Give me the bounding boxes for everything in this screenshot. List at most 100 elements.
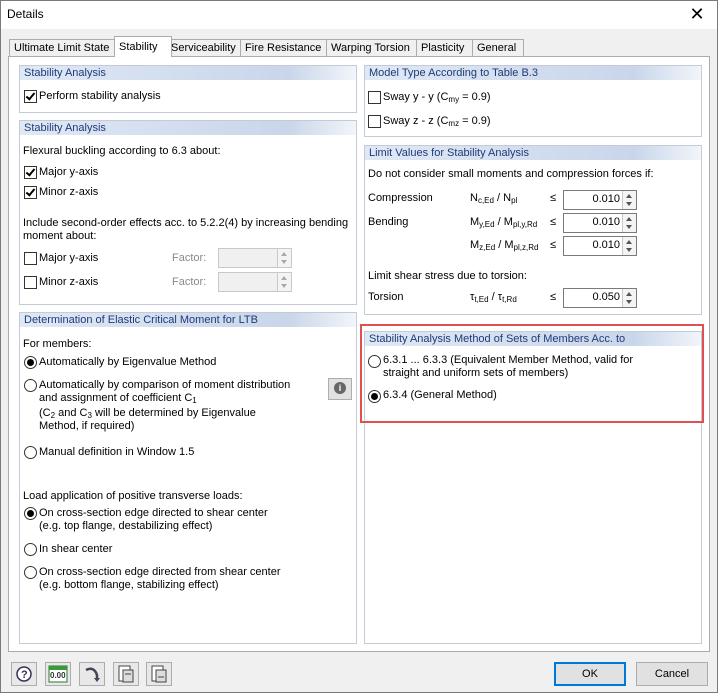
bending-y-formula: My,Ed / Mpl,y,Rd bbox=[470, 216, 538, 229]
import-settings-button[interactable] bbox=[113, 662, 139, 686]
second-order-major-y-checkbox[interactable] bbox=[24, 252, 37, 265]
factor-y-stepper[interactable] bbox=[218, 248, 292, 268]
second-order-minor-z-label: Minor z-axis bbox=[39, 276, 99, 288]
ltb-manual-label: Manual definition in Window 1.5 bbox=[39, 446, 195, 458]
details-dialog: Details ✕ Ultimate Limit State Stability… bbox=[0, 0, 718, 693]
factor-z-stepper[interactable] bbox=[218, 272, 292, 292]
load-to-shear-center-line2: (e.g. top flange, destabilizing effect) bbox=[39, 520, 213, 532]
spin-arrows-icon[interactable] bbox=[622, 214, 636, 232]
perform-stability-checkbox[interactable] bbox=[24, 90, 37, 103]
ltb-manual-radio[interactable] bbox=[24, 446, 37, 459]
major-y-axis-label: Major y-axis bbox=[39, 166, 99, 178]
svg-text:?: ? bbox=[21, 669, 28, 681]
bending-z-le: ≤ bbox=[550, 239, 557, 251]
sway-y-label: Sway y - y (Cmy = 0.9) bbox=[383, 91, 491, 104]
group-header: Model Type According to Table B.3 bbox=[365, 66, 701, 80]
bending-z-limit-value: 0.010 bbox=[592, 239, 620, 251]
ltb-eigenvalue-radio[interactable] bbox=[24, 356, 37, 369]
load-application-label: Load application of positive transverse … bbox=[23, 490, 243, 502]
shear-stress-intro: Limit shear stress due to torsion: bbox=[368, 270, 527, 282]
bending-y-limit-stepper[interactable]: 0.010 bbox=[563, 213, 637, 233]
group-stability-analysis-perform: Stability Analysis Perform stability ana… bbox=[19, 65, 357, 113]
load-from-shear-center-line1: On cross-section edge directed from shea… bbox=[39, 566, 281, 578]
ltb-comparison-line4: Method, if required) bbox=[39, 420, 135, 432]
second-order-major-y-label: Major y-axis bbox=[39, 252, 99, 264]
group-header: Limit Values for Stability Analysis bbox=[365, 146, 701, 160]
factor-label-z: Factor: bbox=[172, 276, 207, 288]
tab-plasticity[interactable]: Plasticity bbox=[416, 39, 478, 57]
limit-values-intro: Do not consider small moments and compre… bbox=[368, 168, 654, 180]
group-model-type: Model Type According to Table B.3 Sway y… bbox=[364, 65, 702, 137]
load-to-shear-center-radio[interactable] bbox=[24, 507, 37, 520]
group-elastic-critical-moment: Determination of Elastic Critical Moment… bbox=[19, 312, 357, 644]
ltb-comparison-line3: (C2 and C3 will be determined by Eigenva… bbox=[39, 407, 256, 420]
compression-label: Compression bbox=[368, 192, 433, 204]
minor-z-axis-checkbox[interactable] bbox=[24, 186, 37, 199]
ltb-comparison-line1: Automatically by comparison of moment di… bbox=[39, 379, 291, 391]
arrow-undo-icon bbox=[85, 667, 100, 682]
load-in-shear-center-label: In shear center bbox=[39, 543, 113, 555]
help-button[interactable]: ? bbox=[11, 662, 37, 686]
ltb-comparison-radio[interactable] bbox=[24, 379, 37, 392]
cancel-button[interactable]: Cancel bbox=[636, 662, 708, 686]
torsion-formula: τt,Ed / τt,Rd bbox=[470, 291, 517, 304]
group-header: Stability Analysis bbox=[20, 66, 356, 80]
group-stability-analysis-buckling: Stability Analysis Flexural buckling acc… bbox=[19, 120, 357, 305]
sway-z-label: Sway z - z (Cmz = 0.9) bbox=[383, 115, 491, 128]
title-bar: Details ✕ bbox=[1, 1, 717, 29]
torsion-limit-value: 0.050 bbox=[592, 291, 620, 303]
compression-le: ≤ bbox=[550, 192, 557, 204]
ltb-eigenvalue-label: Automatically by Eigenvalue Method bbox=[39, 356, 217, 368]
group-header: Determination of Elastic Critical Moment… bbox=[20, 313, 356, 327]
tab-serviceability[interactable]: Serviceability bbox=[166, 39, 246, 57]
perform-stability-label: Perform stability analysis bbox=[39, 90, 161, 102]
spin-arrows-icon[interactable] bbox=[277, 249, 291, 267]
compression-limit-value: 0.010 bbox=[592, 193, 620, 205]
spin-arrows-icon[interactable] bbox=[622, 289, 636, 307]
tab-warping-torsion[interactable]: Warping Torsion bbox=[326, 39, 422, 57]
compression-formula: Nc,Ed / Npl bbox=[470, 192, 518, 205]
tab-ultimate-limit-state[interactable]: Ultimate Limit State bbox=[9, 39, 121, 57]
bending-y-limit-value: 0.010 bbox=[592, 216, 620, 228]
tab-fire-resistance[interactable]: Fire Resistance bbox=[240, 39, 332, 57]
spin-arrows-icon[interactable] bbox=[622, 237, 636, 255]
tab-general[interactable]: General bbox=[472, 39, 524, 57]
highlight-frame bbox=[360, 324, 704, 423]
group-limit-values: Limit Values for Stability Analysis Do n… bbox=[364, 145, 702, 315]
torsion-limit-stepper[interactable]: 0.050 bbox=[563, 288, 637, 308]
bending-z-limit-stepper[interactable]: 0.010 bbox=[563, 236, 637, 256]
second-order-label-line1: Include second-order effects acc. to 5.2… bbox=[23, 217, 349, 229]
group-header: Stability Analysis bbox=[20, 121, 356, 135]
for-members-label: For members: bbox=[23, 338, 92, 350]
compression-limit-stepper[interactable]: 0.010 bbox=[563, 190, 637, 210]
spin-arrows-icon[interactable] bbox=[277, 273, 291, 291]
load-from-shear-center-line2: (e.g. bottom flange, stabilizing effect) bbox=[39, 579, 219, 591]
second-order-minor-z-checkbox[interactable] bbox=[24, 276, 37, 289]
torsion-le: ≤ bbox=[550, 291, 557, 303]
sway-y-checkbox[interactable] bbox=[368, 91, 381, 104]
tab-stability[interactable]: Stability bbox=[114, 36, 172, 57]
load-to-shear-center-line1: On cross-section edge directed to shear … bbox=[39, 507, 268, 519]
spin-arrows-icon[interactable] bbox=[622, 191, 636, 209]
load-in-shear-center-radio[interactable] bbox=[24, 543, 37, 556]
second-order-label-line2: moment about: bbox=[23, 230, 97, 242]
minor-z-axis-label: Minor z-axis bbox=[39, 186, 99, 198]
info-icon: i bbox=[334, 382, 346, 394]
units-icon-text: 0.00 bbox=[50, 671, 66, 680]
reset-button[interactable] bbox=[79, 662, 105, 686]
info-button[interactable]: i bbox=[328, 378, 352, 400]
major-y-axis-checkbox[interactable] bbox=[24, 166, 37, 179]
document-open-icon bbox=[118, 665, 134, 683]
ok-button[interactable]: OK bbox=[554, 662, 626, 686]
document-save-icon bbox=[151, 665, 167, 683]
factor-label-y: Factor: bbox=[172, 252, 207, 264]
load-from-shear-center-radio[interactable] bbox=[24, 566, 37, 579]
ltb-comparison-line2: and assignment of coefficient C1 bbox=[39, 392, 197, 405]
units-button[interactable]: 0.00 bbox=[45, 662, 71, 686]
export-settings-button[interactable] bbox=[146, 662, 172, 686]
close-icon[interactable]: ✕ bbox=[685, 3, 709, 25]
bending-label: Bending bbox=[368, 216, 409, 228]
help-icon: ? bbox=[16, 666, 32, 682]
bending-z-formula: Mz,Ed / Mpl,z,Rd bbox=[470, 239, 539, 252]
sway-z-checkbox[interactable] bbox=[368, 115, 381, 128]
